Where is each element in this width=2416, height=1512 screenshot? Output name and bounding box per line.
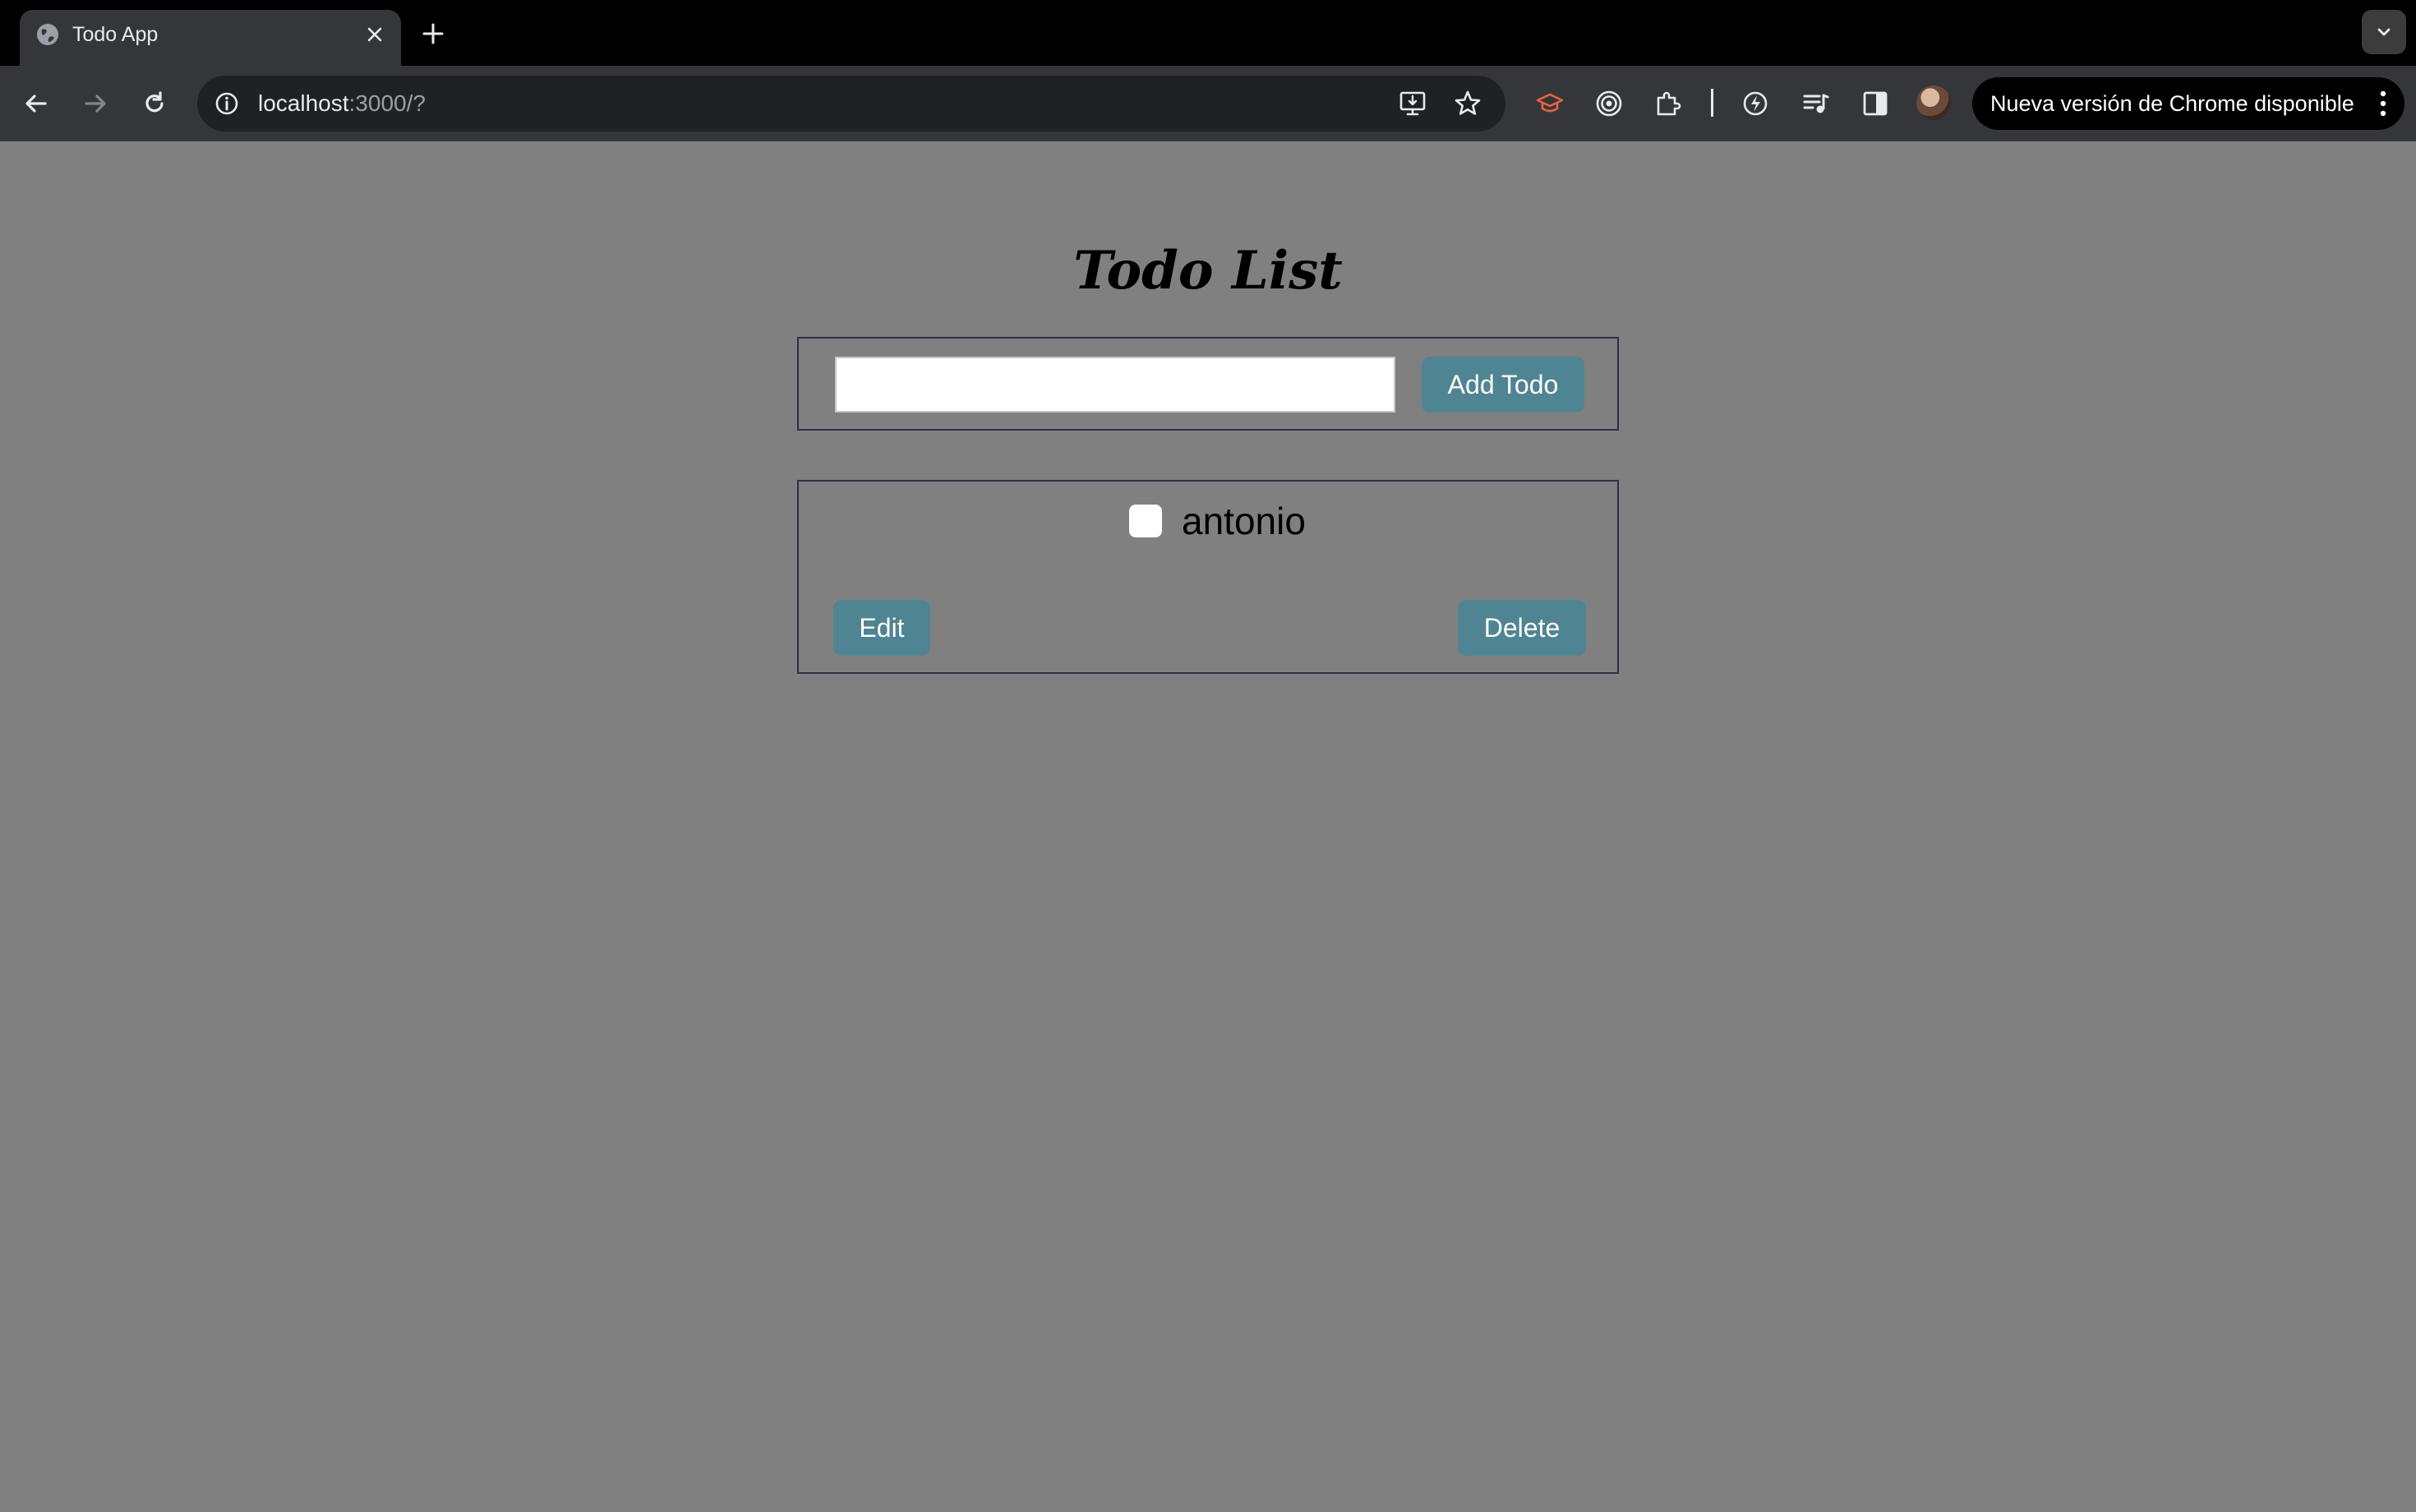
side-panel-icon[interactable]: [1856, 84, 1895, 123]
edit-button[interactable]: Edit: [833, 600, 930, 656]
page-title: Todo List: [1073, 240, 1343, 302]
back-arrow-icon[interactable]: [15, 82, 58, 125]
update-label: Nueva versión de Chrome disponible: [1990, 91, 2354, 116]
url-path: :3000/?: [348, 90, 426, 116]
puzzle-extensions-icon[interactable]: [1648, 84, 1688, 123]
bookmark-star-icon[interactable]: [1450, 85, 1486, 122]
globe-icon: [35, 21, 61, 48]
todo-checkbox[interactable]: [1129, 505, 1162, 537]
graduation-cap-extension-icon[interactable]: [1530, 84, 1570, 123]
tab-title: Todo App: [72, 23, 159, 46]
address-bar[interactable]: localhost:3000/?: [197, 76, 1505, 131]
forward-arrow-icon[interactable]: [74, 82, 117, 125]
profile-avatar[interactable]: [1916, 85, 1951, 120]
tab-strip: Todo App: [0, 0, 2416, 66]
plus-icon[interactable]: [414, 15, 452, 53]
delete-button[interactable]: Delete: [1458, 600, 1586, 656]
media-queue-icon[interactable]: [1796, 84, 1836, 123]
todo-input[interactable]: [835, 357, 1395, 413]
reload-icon[interactable]: [133, 82, 176, 125]
url-host: localhost: [258, 90, 349, 116]
add-todo-form: Add Todo: [797, 337, 1619, 431]
todo-item: antonio Edit Delete: [797, 480, 1619, 674]
url-text: localhost:3000/?: [258, 89, 426, 118]
close-icon[interactable]: [358, 18, 391, 51]
todo-text: antonio: [1182, 500, 1306, 542]
chrome-update-button[interactable]: Nueva versión de Chrome disponible: [1972, 77, 2404, 130]
chevron-down-icon[interactable]: [2362, 10, 2406, 54]
site-info-icon[interactable]: [209, 85, 245, 122]
add-todo-button[interactable]: Add Todo: [1422, 357, 1584, 413]
browser-tab[interactable]: Todo App: [20, 10, 401, 66]
target-extension-icon[interactable]: [1589, 84, 1629, 123]
install-app-icon[interactable]: [1395, 85, 1432, 122]
lightning-extension-icon[interactable]: [1736, 84, 1775, 123]
toolbar-divider: [1711, 89, 1713, 117]
more-vert-icon[interactable]: [2370, 87, 2396, 120]
